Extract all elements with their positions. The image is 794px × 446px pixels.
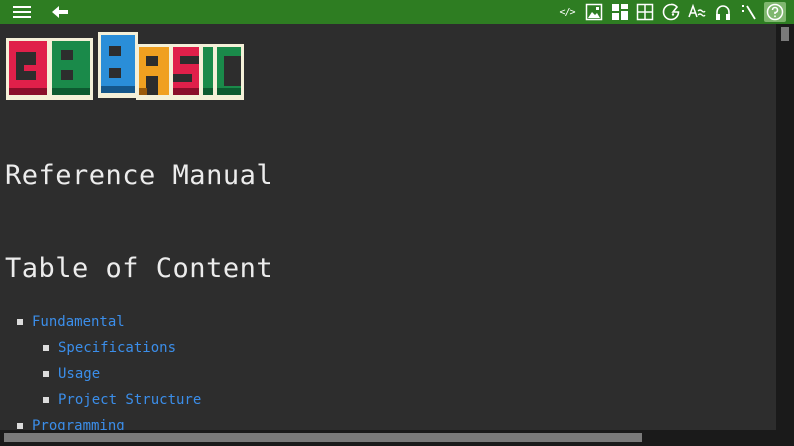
font-button[interactable] bbox=[687, 2, 707, 22]
toolbar: </> bbox=[0, 0, 794, 24]
bullet-icon bbox=[43, 345, 49, 351]
horizontal-scrollbar[interactable] bbox=[0, 430, 776, 446]
palette-icon bbox=[662, 3, 680, 21]
toc-link-project-structure[interactable]: Project Structure bbox=[58, 391, 201, 409]
toc-link-programming[interactable]: Programming bbox=[32, 417, 125, 430]
code-icon: </> bbox=[559, 6, 575, 18]
scrollbar-corner bbox=[776, 430, 794, 446]
console-button[interactable] bbox=[739, 2, 759, 22]
image-button[interactable] bbox=[584, 2, 604, 22]
toc-heading: Table of Content bbox=[5, 253, 274, 284]
arrow-left-icon bbox=[52, 6, 68, 18]
audio-button[interactable] bbox=[713, 2, 733, 22]
menu-button[interactable] bbox=[10, 2, 34, 22]
vertical-scroll-thumb[interactable] bbox=[781, 27, 789, 41]
hamburger-icon bbox=[13, 6, 31, 18]
toc-link-usage[interactable]: Usage bbox=[58, 365, 100, 383]
font-icon bbox=[688, 3, 706, 18]
manual-content: Reference Manual Table of Content Fundam… bbox=[0, 24, 776, 430]
code-button[interactable]: </> bbox=[557, 2, 577, 22]
bullet-icon bbox=[43, 397, 49, 403]
image-icon bbox=[585, 3, 603, 21]
palette-button[interactable] bbox=[661, 2, 681, 22]
tiles-icon bbox=[612, 4, 628, 20]
horizontal-scroll-thumb[interactable] bbox=[4, 433, 642, 442]
bullet-icon bbox=[17, 319, 23, 325]
toc-link-fundamental[interactable]: Fundamental bbox=[32, 313, 125, 331]
map-button[interactable] bbox=[635, 2, 655, 22]
bullet-icon bbox=[17, 423, 23, 429]
back-button[interactable] bbox=[48, 2, 72, 22]
toc-link-specifications[interactable]: Specifications bbox=[58, 339, 176, 357]
vertical-scrollbar[interactable] bbox=[776, 24, 794, 430]
help-icon bbox=[766, 3, 784, 21]
gb-basic-logo bbox=[6, 32, 244, 100]
console-icon bbox=[742, 5, 756, 20]
help-button[interactable] bbox=[764, 2, 786, 22]
map-grid-icon bbox=[636, 3, 654, 21]
headphones-icon bbox=[716, 5, 730, 20]
bullet-icon bbox=[43, 371, 49, 377]
tiles-button[interactable] bbox=[610, 2, 630, 22]
page-title: Reference Manual bbox=[5, 160, 274, 191]
